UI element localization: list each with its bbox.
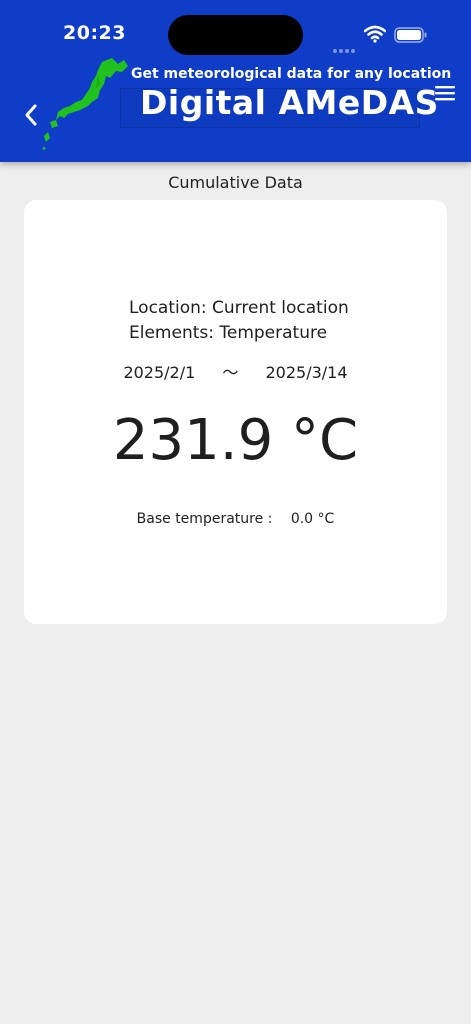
base-temperature-label: Base temperature : <box>136 511 273 527</box>
range-separator: 〜 <box>222 363 239 382</box>
cellular-signal-icon <box>333 38 359 53</box>
status-time: 20:23 <box>63 22 126 44</box>
base-temperature-value: 0.0 °C <box>290 511 335 527</box>
app-subtitle: Get meteorological data for any location <box>131 66 452 82</box>
app-title: Digital AMeDAS <box>140 83 439 122</box>
chevron-left-icon[interactable] <box>20 100 42 130</box>
start-date: 2025/2/1 <box>123 363 196 382</box>
date-range: 2025/2/1 〜 2025/3/14 <box>24 359 447 383</box>
app-header: 20:23 Get meteorological data for any lo… <box>0 0 471 162</box>
wifi-icon <box>364 25 386 43</box>
end-date: 2025/3/14 <box>265 363 348 382</box>
battery-icon <box>394 27 427 43</box>
cumulative-data-card: Location: Current location Elements: Tem… <box>24 200 447 624</box>
japan-map-icon <box>42 58 128 150</box>
dynamic-island <box>168 15 303 55</box>
location-label: Location: Current location <box>129 298 349 318</box>
section-title: Cumulative Data <box>168 173 303 192</box>
hamburger-menu-icon[interactable] <box>433 84 457 102</box>
base-temperature-row: Base temperature : 0.0 °C <box>24 511 447 527</box>
cumulative-value: 231.9 °C <box>112 408 359 473</box>
elements-label: Elements: Temperature <box>129 323 328 343</box>
